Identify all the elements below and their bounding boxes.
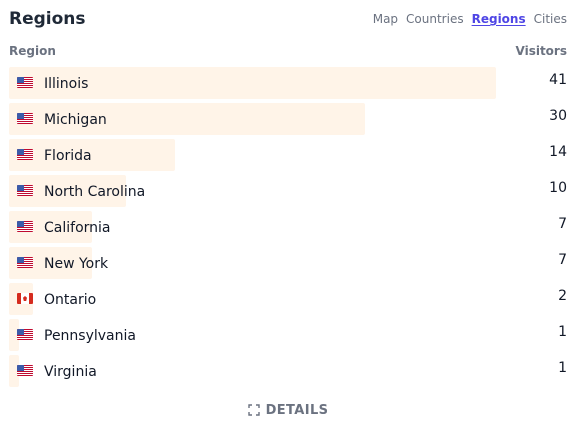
tab-cities[interactable]: Cities xyxy=(534,10,567,28)
region-name[interactable]: Virginia xyxy=(44,363,97,381)
region-name[interactable]: Illinois xyxy=(44,75,88,93)
us-flag-icon xyxy=(17,329,33,340)
column-header-visitors: Visitors xyxy=(515,44,568,58)
region-row[interactable]: Ontario 2 xyxy=(9,283,567,319)
visitor-count: 1 xyxy=(558,324,567,340)
visitor-bar-track: Illinois xyxy=(9,67,496,99)
us-flag-icon xyxy=(17,113,33,124)
table-header: Region Visitors xyxy=(9,44,567,62)
us-flag-icon xyxy=(17,149,33,160)
tab-countries[interactable]: Countries xyxy=(406,10,464,28)
us-flag-icon xyxy=(17,365,33,376)
region-name[interactable]: Pennsylvania xyxy=(44,327,136,345)
region-list: Illinois 41 Michigan 30 Florida 14 North… xyxy=(9,67,567,391)
view-tabs: Map Countries Regions Cities xyxy=(373,10,567,28)
visitor-bar-track: Virginia xyxy=(9,355,496,387)
visitor-bar-track: Florida xyxy=(9,139,496,171)
us-flag-icon xyxy=(17,185,33,196)
details-button[interactable]: DETAILS xyxy=(0,401,576,419)
visitor-count: 2 xyxy=(558,288,567,304)
canada-flag-icon xyxy=(17,293,33,304)
tab-regions[interactable]: Regions xyxy=(472,10,526,28)
tab-map[interactable]: Map xyxy=(373,10,398,28)
visitor-bar-track: Pennsylvania xyxy=(9,319,496,351)
region-row[interactable]: New York 7 xyxy=(9,247,567,283)
region-row[interactable]: Michigan 30 xyxy=(9,103,567,139)
visitor-count: 1 xyxy=(558,360,567,376)
visitor-count: 41 xyxy=(549,72,567,88)
region-row[interactable]: Illinois 41 xyxy=(9,67,567,103)
visitor-bar-track: California xyxy=(9,211,496,243)
us-flag-icon xyxy=(17,77,33,88)
region-row[interactable]: Florida 14 xyxy=(9,139,567,175)
visitor-bar-track: North Carolina xyxy=(9,175,496,207)
region-row[interactable]: Pennsylvania 1 xyxy=(9,319,567,355)
visitor-count: 14 xyxy=(549,144,567,160)
region-name[interactable]: Ontario xyxy=(44,291,96,309)
region-row[interactable]: Virginia 1 xyxy=(9,355,567,391)
regions-panel: Regions Map Countries Regions Cities Reg… xyxy=(0,0,576,424)
visitor-count: 7 xyxy=(558,216,567,232)
panel-title: Regions xyxy=(9,9,86,29)
region-name[interactable]: Michigan xyxy=(44,111,107,129)
region-row[interactable]: North Carolina 10 xyxy=(9,175,567,211)
visitor-count: 10 xyxy=(549,180,567,196)
visitor-count: 7 xyxy=(558,252,567,268)
us-flag-icon xyxy=(17,257,33,268)
region-name[interactable]: California xyxy=(44,219,110,237)
details-label: DETAILS xyxy=(265,402,329,418)
visitor-bar xyxy=(9,139,175,171)
visitor-count: 30 xyxy=(549,108,567,124)
panel-header: Regions Map Countries Regions Cities xyxy=(9,8,567,32)
region-row[interactable]: California 7 xyxy=(9,211,567,247)
visitor-bar-track: Michigan xyxy=(9,103,496,135)
region-name[interactable]: Florida xyxy=(44,147,92,165)
visitor-bar-track: New York xyxy=(9,247,496,279)
column-header-region: Region xyxy=(9,44,56,58)
region-name[interactable]: North Carolina xyxy=(44,183,145,201)
region-name[interactable]: New York xyxy=(44,255,108,273)
visitor-bar-track: Ontario xyxy=(9,283,496,315)
expand-icon xyxy=(247,404,260,416)
us-flag-icon xyxy=(17,221,33,232)
